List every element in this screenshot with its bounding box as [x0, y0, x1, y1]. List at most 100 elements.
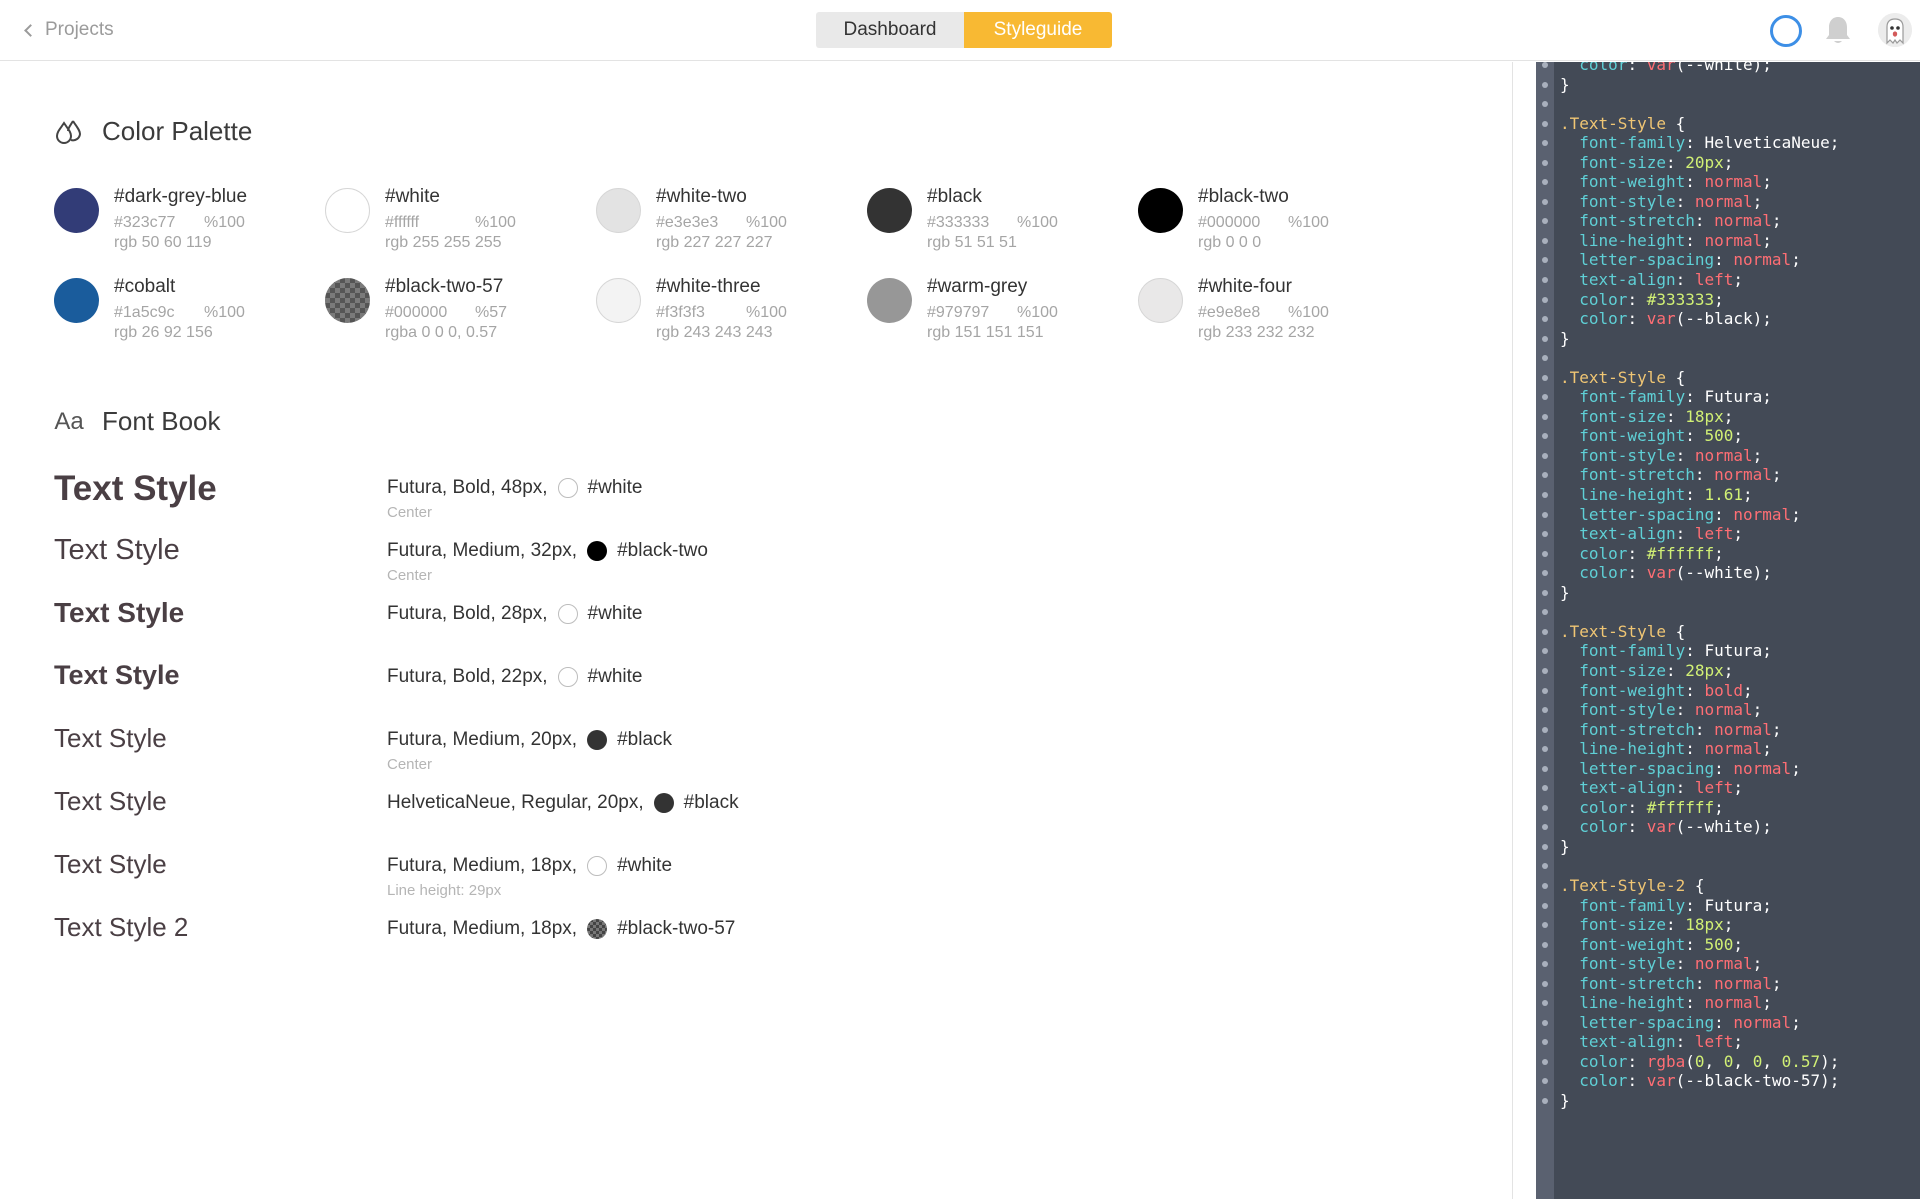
code-token: 28px	[1685, 660, 1724, 680]
bell-icon[interactable]	[1823, 14, 1853, 46]
font-desc: Futura, Medium, 32px, #black-two	[387, 540, 708, 562]
gutter-dot	[1542, 101, 1548, 108]
code-token: .Text-Style	[1560, 367, 1666, 387]
gutter-dot	[1542, 277, 1548, 284]
color-swatch[interactable]: #cobalt #1a5c9c %100 rgb 26 92 156	[54, 276, 304, 342]
font-spec: Futura, Medium, 18px,	[387, 855, 578, 876]
code-line: color: #ffffff;	[1536, 798, 1920, 818]
gutter-dot	[1542, 824, 1548, 831]
gutter-dot	[1542, 237, 1548, 244]
code-token: :	[1685, 172, 1705, 192]
font-style-row[interactable]: Text Style HelveticaNeue, Regular, 20px, #…	[54, 786, 954, 836]
code-token: :	[1694, 465, 1715, 485]
font-style-row[interactable]: Text Style Futura, Bold, 22px, #white	[54, 660, 954, 710]
color-swatch[interactable]: #dark-grey-blue #323c77 %100 rgb 50 60 119	[54, 186, 304, 252]
font-sub-note: Line height: 29px	[387, 882, 502, 899]
gutter-dot	[1542, 472, 1548, 479]
code-text: color: var(--white);	[1560, 817, 1772, 837]
code-token: letter-spacing	[1579, 504, 1715, 524]
font-style-row[interactable]: Text Style Futura, Bold, 48px, #white Cente…	[54, 469, 954, 521]
gutter-dot	[1542, 120, 1548, 127]
color-dot	[653, 793, 674, 813]
gutter-dot	[1542, 413, 1548, 420]
code-token: :	[1675, 954, 1695, 974]
code-text: letter-spacing: normal;	[1560, 759, 1801, 779]
code-token: }	[1560, 328, 1570, 348]
code-token: ;	[1791, 504, 1801, 524]
font-style-row[interactable]: Text Style 2 Futura, Medium, 18px, #black-…	[54, 912, 954, 962]
code-token: color	[1579, 309, 1628, 329]
font-desc: Futura, Medium, 18px, #black-two-57	[387, 918, 735, 940]
code-token: :	[1627, 797, 1647, 817]
code-line: font-stretch: normal;	[1536, 974, 1920, 994]
code-token: font-weight	[1579, 934, 1686, 954]
code-token: bold	[1704, 680, 1744, 700]
color-swatch[interactable]: #white-four #e9e8e8 %100 rgb 233 232 232	[1138, 276, 1388, 342]
font-sub-note: Center	[387, 504, 433, 521]
code-line: letter-spacing: normal;	[1536, 1013, 1920, 1033]
code-token: :	[1675, 445, 1695, 465]
code-token: :	[1665, 152, 1686, 172]
code-token: 20px	[1685, 152, 1724, 172]
code-token: #ffffff	[1646, 543, 1715, 563]
code-token: letter-spacing	[1579, 250, 1715, 270]
color-swatch[interactable]: #black-two-57 #000000 %57 rgba 0 0 0, 0.57	[325, 276, 575, 342]
gutter-dot	[1542, 941, 1548, 948]
code-token: :	[1675, 778, 1695, 798]
color-swatch[interactable]: #white-two #e3e3e3 %100 rgb 227 227 227	[596, 186, 846, 252]
font-style-row[interactable]: Text Style Futura, Medium, 18px, #white Lin…	[54, 849, 954, 899]
back-to-projects-link[interactable]: Projects	[24, 16, 114, 44]
color-swatch[interactable]: #white-three #f3f3f3 %100 rgb 243 243 243	[596, 276, 846, 342]
code-text: letter-spacing: normal;	[1560, 250, 1801, 270]
color-rgb: rgb 233 232 232	[1198, 324, 1315, 341]
code-token: color	[1579, 62, 1628, 74]
code-text: line-height: normal;	[1560, 739, 1772, 759]
font-style-row[interactable]: Text Style Futura, Medium, 20px, #black Cen…	[54, 723, 954, 773]
color-dot	[867, 278, 912, 323]
code-line: letter-spacing: normal;	[1536, 759, 1920, 779]
code-line: font-weight: normal;	[1536, 172, 1920, 192]
code-token: font-family	[1579, 133, 1686, 153]
code-token: ;	[1752, 445, 1763, 465]
css-code-panel[interactable]: color: var(--white);} .Text-Style { font-…	[1536, 62, 1920, 1199]
code-token: left	[1694, 270, 1734, 290]
code-token: font-style	[1579, 954, 1676, 974]
font-style-row[interactable]: Text Style Futura, Bold, 28px, #white	[54, 597, 954, 647]
code-token: :	[1627, 1051, 1647, 1071]
code-token: ;	[1771, 465, 1782, 485]
code-token: font-family	[1579, 387, 1686, 407]
code-token: ;	[1791, 250, 1801, 270]
color-dot	[587, 856, 608, 876]
gutter-dot	[1542, 511, 1548, 518]
gutter-dot	[1542, 198, 1548, 205]
tab-dashboard[interactable]: Dashboard	[816, 12, 964, 48]
tab-styleguide[interactable]: Styleguide	[964, 12, 1112, 48]
color-dot	[587, 919, 608, 939]
color-swatch[interactable]: #black-two #000000 %100 rgb 0 0 0	[1138, 186, 1388, 252]
code-text: color: rgba(0, 0, 0, 0.57);	[1560, 1052, 1839, 1072]
font-color-name: #white	[587, 603, 643, 624]
color-swatch[interactable]: #warm-grey #979797 %100 rgb 151 151 151	[867, 276, 1117, 342]
color-hex: #1a5c9c	[114, 304, 175, 321]
font-style-row[interactable]: Text Style Futura, Medium, 32px, #black-tw…	[54, 534, 954, 584]
color-swatch[interactable]: #white #ffffff %100 rgb 255 255 255	[325, 186, 575, 252]
avatar[interactable]	[1878, 13, 1912, 47]
color-dot	[54, 278, 99, 323]
code-line: }	[1536, 75, 1920, 95]
code-token: font-style	[1579, 445, 1676, 465]
code-token: color	[1579, 1051, 1628, 1071]
status-ring-icon[interactable]	[1770, 15, 1802, 47]
color-swatch[interactable]: #black #333333 %100 rgb 51 51 51	[867, 186, 1117, 252]
code-token: ;	[1743, 680, 1753, 700]
code-token: #ffffff	[1646, 797, 1715, 817]
color-rgb: rgb 151 151 151	[927, 324, 1044, 341]
